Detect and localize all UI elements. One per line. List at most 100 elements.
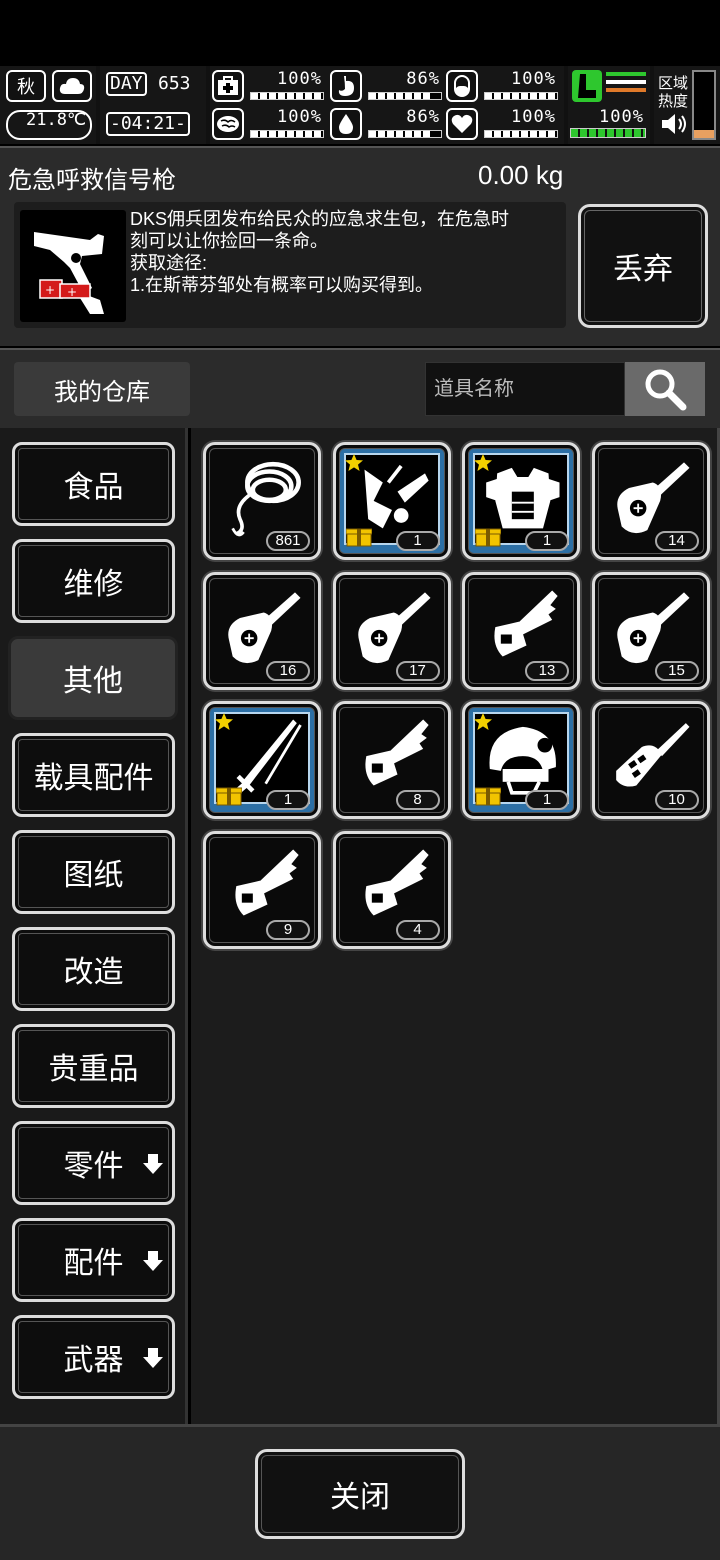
search-button[interactable]: [625, 362, 705, 416]
health-bar: [250, 92, 324, 100]
category-tab[interactable]: 其他: [8, 636, 178, 720]
heart-icon: [446, 108, 478, 140]
item-grid: 861 1 1 14 16 17 13 15 1 8 1 10 9 4: [191, 428, 720, 1424]
vehicle-flag-icon: [572, 70, 602, 102]
inventory-slot[interactable]: 17: [332, 571, 451, 690]
day-label: DAY: [106, 72, 147, 96]
warehouse-header: 我的仓库: [0, 348, 720, 428]
stomach-icon: [330, 70, 362, 102]
inventory-slot[interactable]: 15: [591, 571, 710, 690]
magnifier-icon: [645, 369, 687, 411]
category-label: 改造: [63, 955, 124, 990]
heart-bar: [484, 130, 558, 138]
inventory-slot[interactable]: 8: [332, 701, 451, 819]
temperature-value: 21.8℃: [26, 110, 87, 130]
arrow-down-icon: [143, 1348, 163, 1368]
inventory-slot[interactable]: 13: [462, 571, 580, 690]
flag-stripes: [606, 72, 646, 100]
game-time: -04:21-: [106, 112, 190, 136]
season-label: 秋: [17, 77, 35, 98]
inventory-slot[interactable]: 9: [203, 830, 321, 949]
key-icon: [235, 849, 299, 915]
category-tab[interactable]: 维修: [12, 539, 175, 623]
category-tab[interactable]: 零件: [12, 1121, 175, 1205]
status-hud: 秋 21.8℃ DAY 653 -04:21- 100% 86% 100% 10…: [0, 66, 720, 144]
zone-heat-panel: 区域热度: [654, 66, 720, 144]
medkit-icon: [212, 70, 244, 102]
key-icon: [364, 719, 429, 786]
flare-gun-icon: + +: [20, 210, 126, 322]
inventory-slot[interactable]: 4: [332, 830, 451, 949]
inventory-slot[interactable]: 1: [462, 442, 580, 560]
day-panel: DAY 653 -04:21-: [100, 66, 206, 144]
category-tab[interactable]: 贵重品: [12, 1024, 175, 1108]
stats-panel: 100% 86% 100% 100% 86% 100%: [210, 66, 564, 144]
item-description-box: + + DKS佣兵团发布给民众的应急求生包，在危急时 刻可以让你捡回一条命。 获…: [14, 202, 566, 328]
category-label: 武器: [63, 1343, 124, 1378]
hunger-value: 86%: [406, 69, 440, 89]
star-badge-icon: [474, 713, 492, 730]
category-tab[interactable]: 食品: [12, 442, 175, 526]
gift-badge-icon: [475, 528, 501, 547]
category-tab[interactable]: 载具配件: [12, 733, 175, 817]
mental-value: 100%: [277, 107, 322, 127]
item-count: 16: [266, 660, 310, 681]
stamina-value: 100%: [511, 69, 556, 89]
category-tab[interactable]: 配件: [12, 1218, 175, 1302]
close-button[interactable]: 关闭: [255, 1449, 465, 1539]
category-label: 维修: [63, 567, 124, 602]
weather-panel: 秋 21.8℃: [0, 66, 96, 144]
season-badge: 秋: [6, 70, 46, 102]
car-key-icon: [228, 591, 301, 663]
item-count: 15: [654, 660, 699, 681]
category-tab[interactable]: 武器: [12, 1315, 175, 1399]
vehicle-panel: 100%: [568, 66, 650, 144]
category-sidebar: 食品维修其他载具配件图纸改造贵重品零件配件武器: [0, 428, 188, 1424]
item-count: 1: [266, 790, 310, 810]
footer-bar: 关闭: [0, 1424, 720, 1560]
rope-icon: [231, 461, 301, 537]
heart-value: 100%: [511, 107, 556, 127]
gift-badge-icon: [345, 528, 372, 547]
category-label: 配件: [63, 1246, 124, 1281]
category-tab[interactable]: 改造: [12, 927, 175, 1011]
star-badge-icon: [344, 454, 363, 471]
hunger-bar: [368, 92, 442, 100]
brain-icon: [212, 108, 244, 140]
category-label: 零件: [63, 1149, 124, 1184]
star-badge-icon: [215, 713, 233, 730]
svg-text:+: +: [45, 283, 55, 297]
category-label: 图纸: [63, 858, 124, 893]
mental-bar: [250, 130, 324, 138]
gift-badge-icon: [475, 787, 501, 806]
health-value: 100%: [277, 69, 322, 89]
inventory-slot[interactable]: 1: [332, 442, 451, 560]
flip-key-icon: [615, 723, 689, 787]
item-count: 17: [395, 660, 440, 681]
key-icon: [364, 849, 429, 915]
warehouse-title-tab[interactable]: 我的仓库: [14, 362, 190, 416]
item-detail-panel: 危急呼救信号枪 0.00 kg + + DKS佣兵团发布给民众的应急求生包，在危…: [0, 146, 720, 346]
inventory-slot[interactable]: 10: [591, 701, 710, 819]
inventory-slot[interactable]: 1: [203, 701, 321, 819]
cloud-icon: [52, 70, 92, 102]
item-count: 1: [395, 531, 440, 551]
item-description: DKS佣兵团发布给民众的应急求生包，在危急时 刻可以让你捡回一条命。 获取途径:…: [130, 209, 510, 295]
inventory-slot[interactable]: 1: [462, 701, 580, 819]
discard-button[interactable]: 丢弃: [578, 204, 708, 328]
zone-heat-meter: [692, 70, 716, 140]
pill-icon: [446, 70, 478, 102]
item-search-input[interactable]: [425, 362, 625, 416]
category-tab[interactable]: 图纸: [12, 830, 175, 914]
inventory-slot[interactable]: 14: [591, 442, 710, 560]
item-count: 14: [654, 531, 699, 551]
item-count: 1: [525, 531, 569, 551]
speaker-icon[interactable]: [660, 112, 688, 136]
item-count: 1: [525, 790, 569, 810]
zone-heat-label: 区域热度: [658, 74, 689, 110]
arrow-down-icon: [143, 1154, 163, 1174]
inventory-slot[interactable]: 861: [203, 442, 321, 560]
stamina-bar: [484, 92, 558, 100]
inventory-slot[interactable]: 16: [203, 571, 321, 690]
svg-text:+: +: [67, 285, 77, 299]
